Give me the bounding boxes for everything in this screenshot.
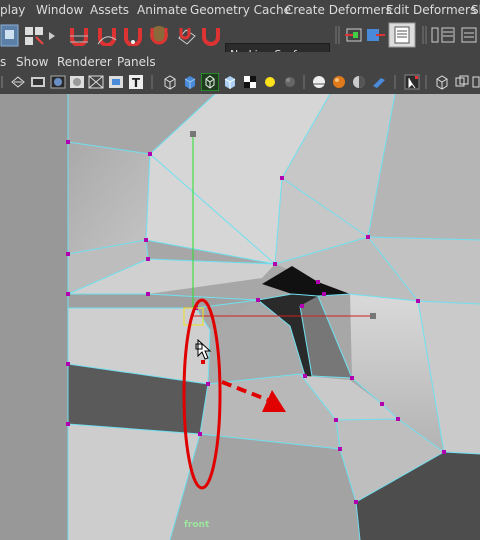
shadows-icon[interactable] <box>282 74 298 90</box>
tool-settings-icon[interactable] <box>460 24 480 46</box>
xray-icon[interactable] <box>222 74 238 90</box>
antialiasing-icon[interactable] <box>371 74 387 90</box>
grid-toggle-icon[interactable] <box>434 74 450 90</box>
wireframe-on-shaded-icon[interactable] <box>201 73 219 91</box>
hierarchy-mode-icon[interactable] <box>23 24 45 46</box>
wireframe-icon[interactable] <box>162 74 178 90</box>
channel-box-icon[interactable] <box>430 24 456 46</box>
mesh-face-cheek-upper-left <box>68 142 150 254</box>
snap-to-surface-icon[interactable] <box>175 24 197 46</box>
resolution-gate-icon[interactable] <box>50 74 66 90</box>
menu-create-deformers[interactable]: Create Deformers <box>285 3 392 17</box>
panel-menu-renderer[interactable]: Renderer <box>57 55 112 69</box>
output-ops-icon[interactable] <box>364 24 386 46</box>
separator-grip-icon <box>335 26 340 44</box>
input-ops-icon[interactable] <box>344 24 366 46</box>
more-panel-icon[interactable] <box>472 74 480 90</box>
camera-name-label: front <box>184 520 210 530</box>
panel-separator-icon-3 <box>394 75 396 89</box>
motion-blur-icon[interactable] <box>351 74 367 90</box>
menu-geometry-cache[interactable]: Geometry Cache <box>190 3 291 17</box>
expand-arrow-icon[interactable] <box>47 24 57 46</box>
menu-skeleton[interactable]: Sk <box>471 3 480 17</box>
field-chart-icon[interactable] <box>88 74 104 90</box>
mesh-face-left-edge <box>0 94 68 540</box>
panel-menubar: s Show Renderer Panels <box>0 52 480 72</box>
menu-display[interactable]: play <box>0 3 25 17</box>
panel-separator-icon-4 <box>425 75 427 89</box>
hq-render-icon[interactable] <box>311 74 327 90</box>
menu-assets[interactable]: Assets <box>90 3 129 17</box>
textured-icon[interactable] <box>242 74 258 90</box>
front-viewport[interactable] <box>0 94 480 540</box>
panel-grip-icon <box>1 76 3 88</box>
safe-title-icon[interactable]: T <box>128 74 144 90</box>
attribute-editor-icon[interactable] <box>388 22 416 48</box>
film-gate-icon[interactable] <box>30 74 46 90</box>
use-all-lights-icon[interactable] <box>262 74 278 90</box>
menu-window[interactable]: Window <box>36 3 83 17</box>
ambient-occlusion-icon[interactable] <box>331 74 347 90</box>
make-live-icon[interactable] <box>200 24 222 46</box>
svg-text:T: T <box>132 76 141 90</box>
menu-edit-deformers[interactable]: Edit Deformers <box>386 3 476 17</box>
separator-grip-icon-2 <box>422 26 427 44</box>
main-menubar: play Window Assets Animate Geometry Cach… <box>0 0 480 20</box>
status-toolbar: No Live Surface <box>0 20 480 52</box>
panel-menu-show[interactable]: Show <box>16 55 48 69</box>
safe-action-icon[interactable] <box>108 74 124 90</box>
panel-separator-icon-2 <box>303 75 305 89</box>
smooth-shade-icon[interactable] <box>182 74 198 90</box>
snap-to-view-plane-icon[interactable] <box>148 24 170 46</box>
panel-toolbar: T <box>0 72 480 95</box>
gate-mask-icon[interactable] <box>69 74 85 90</box>
panel-menu-lighting[interactable]: s <box>0 55 6 69</box>
x-axis-tip[interactable] <box>370 313 376 319</box>
panel-separator-icon <box>151 75 153 89</box>
two-panel-icon[interactable] <box>454 74 470 90</box>
snap-to-curve-icon[interactable] <box>96 24 118 46</box>
panel-menu-panels[interactable]: Panels <box>117 55 156 69</box>
snap-to-point-icon[interactable] <box>122 24 144 46</box>
menu-animate[interactable]: Animate <box>137 3 187 17</box>
live-surface-field[interactable]: No Live Surface <box>225 43 330 52</box>
y-axis-tip[interactable] <box>190 131 196 137</box>
selected-vertex <box>201 360 205 364</box>
select-mode-icon[interactable] <box>0 23 20 49</box>
camera-attributes-icon[interactable] <box>10 74 26 90</box>
snap-to-grid-icon[interactable] <box>68 24 90 46</box>
isolate-select-icon[interactable] <box>404 74 420 90</box>
